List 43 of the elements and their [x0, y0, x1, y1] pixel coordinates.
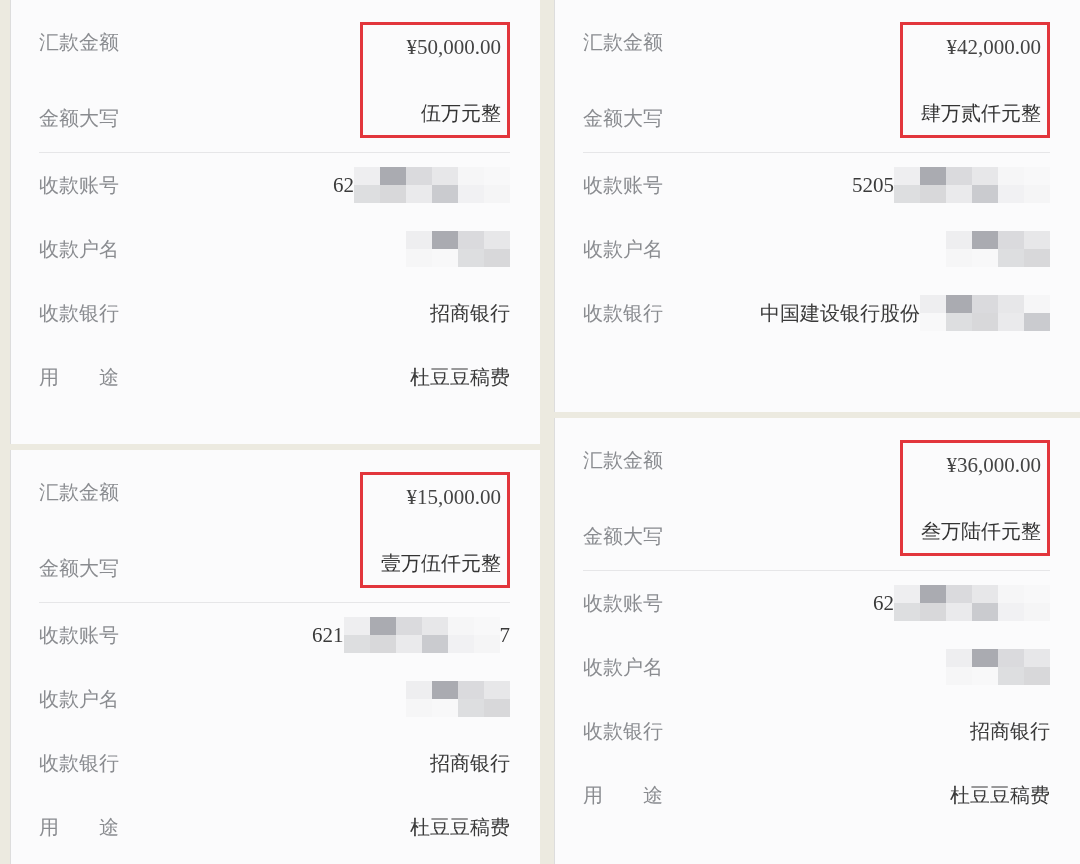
- field-label: 汇款金额: [583, 446, 663, 474]
- amount-value: ¥50,000.00: [406, 35, 501, 60]
- field-value: 招商银行: [430, 749, 510, 777]
- field-label: 收款账号: [39, 171, 119, 199]
- field-label: 收款户名: [39, 685, 119, 713]
- field-label: 用 途: [583, 781, 663, 809]
- field-label: 汇款金额: [583, 28, 663, 56]
- field-value: 62: [873, 590, 894, 616]
- field-label: 收款银行: [39, 299, 119, 327]
- field-label: 金额大写: [39, 104, 119, 132]
- field-label: 汇款金额: [39, 28, 119, 56]
- field-value: 杜豆豆稿费: [950, 781, 1050, 809]
- field-label: 收款账号: [39, 621, 119, 649]
- field-label: 金额大写: [583, 104, 663, 132]
- field-value: 7: [499, 622, 510, 648]
- field-label: 收款户名: [39, 235, 119, 263]
- field-value: 621: [312, 622, 344, 648]
- field-value: 招商银行: [970, 717, 1050, 745]
- field-label: 收款账号: [583, 589, 663, 617]
- field-label: 金额大写: [583, 522, 663, 550]
- field-value: 招商银行: [430, 299, 510, 327]
- field-label: 收款银行: [39, 749, 119, 777]
- amount-in-words: 肆万贰仟元整: [921, 100, 1041, 127]
- field-label: 收款银行: [583, 299, 663, 327]
- amount-in-words: 伍万元整: [421, 100, 501, 127]
- field-label: 用 途: [39, 363, 119, 391]
- field-label: 收款银行: [583, 717, 663, 745]
- field-label: 收款户名: [583, 653, 663, 681]
- field-value: 5205: [852, 172, 894, 198]
- field-label: 收款账号: [583, 171, 663, 199]
- amount-in-words: 叁万陆仟元整: [921, 518, 1041, 545]
- amount-in-words: 壹万伍仟元整: [381, 550, 501, 577]
- field-label: 收款户名: [583, 235, 663, 263]
- field-value: 中国建设银行股份: [760, 299, 920, 327]
- field-value: 杜豆豆稿费: [410, 813, 510, 841]
- field-value: 杜豆豆稿费: [410, 363, 510, 391]
- field-label: 金额大写: [39, 554, 119, 582]
- amount-value: ¥42,000.00: [946, 35, 1041, 60]
- field-value: 62: [333, 172, 354, 198]
- amount-value: ¥15,000.00: [406, 485, 501, 510]
- field-label: 用 途: [39, 813, 119, 841]
- amount-value: ¥36,000.00: [946, 453, 1041, 478]
- field-label: 汇款金额: [39, 478, 119, 506]
